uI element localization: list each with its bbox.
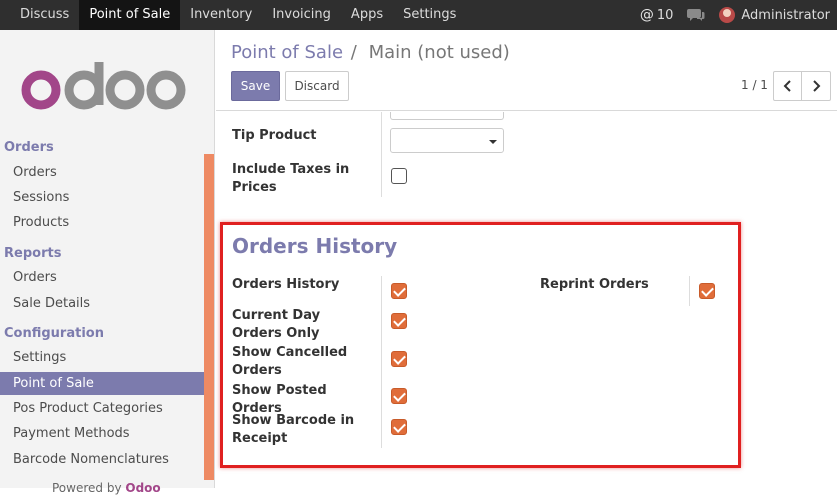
menu-inventory[interactable]: Inventory (180, 0, 262, 30)
previous-field-input[interactable] (390, 112, 504, 120)
menu-discuss[interactable]: Discuss (10, 0, 79, 30)
user-menu[interactable]: Administrator (712, 7, 837, 23)
menu-settings[interactable]: Settings (393, 0, 466, 30)
sidebar-item-sale-details[interactable]: Sale Details (0, 292, 204, 315)
caret-down-icon (489, 140, 497, 144)
systray: @ 10 Administrator (633, 0, 837, 30)
powered-by: Powered by Odoo (52, 481, 161, 495)
sidebar-item-barcode-nomenclatures[interactable]: Barcode Nomenclatures (0, 448, 204, 471)
section-configuration: Configuration (4, 326, 104, 341)
menu-invoicing[interactable]: Invoicing (262, 0, 341, 30)
sidebar-item-point-of-sale[interactable]: Point of Sale (0, 372, 204, 395)
odoo-logo (21, 62, 186, 110)
breadcrumb: Point of Sale / Main (not used) (231, 42, 510, 63)
sidebar-item-sessions[interactable]: Sessions (0, 186, 204, 209)
pager-value[interactable]: 1 / 1 (741, 78, 768, 92)
sidebar-item-payment-methods[interactable]: Payment Methods (0, 422, 204, 445)
field-divider (381, 112, 382, 197)
app-menu: Discuss Point of Sale Inventory Invoicin… (10, 0, 466, 30)
at-icon: @ (639, 7, 654, 23)
top-navbar: Discuss Point of Sale Inventory Invoicin… (0, 0, 837, 30)
chat-button[interactable] (680, 8, 712, 22)
save-button[interactable]: Save (231, 71, 280, 101)
sidebar-item-orders[interactable]: Orders (0, 161, 204, 184)
sidebar-item-settings[interactable]: Settings (0, 346, 204, 369)
breadcrumb-parent[interactable]: Point of Sale (231, 42, 343, 63)
sidebar: Orders Orders Sessions Products Reports … (0, 30, 215, 495)
chat-icon (687, 9, 705, 21)
section-reports: Reports (4, 246, 62, 261)
tip-product-label: Tip Product (232, 128, 317, 143)
menu-point-of-sale[interactable]: Point of Sale (79, 0, 181, 30)
tip-product-select[interactable] (390, 128, 504, 153)
breadcrumb-separator: / (350, 42, 357, 63)
sidebar-item-pos-product-categories[interactable]: Pos Product Categories (0, 397, 204, 420)
pager-next-button[interactable] (802, 71, 831, 101)
discard-button[interactable]: Discard (285, 71, 349, 101)
chevron-right-icon (813, 80, 821, 92)
powered-by-brand[interactable]: Odoo (125, 481, 160, 495)
powered-by-text: Powered by (52, 481, 122, 495)
sidebar-scrollbar[interactable] (204, 154, 214, 480)
sidebar-item-products[interactable]: Products (0, 211, 204, 234)
mentions-count: 10 (656, 7, 674, 23)
highlight-box (220, 222, 741, 468)
pager-previous-button[interactable] (773, 71, 802, 101)
section-orders: Orders (4, 140, 54, 155)
include-taxes-label: Include Taxes in Prices (232, 162, 350, 195)
user-name: Administrator (741, 7, 830, 23)
chevron-left-icon (783, 80, 791, 92)
sidebar-item-report-orders[interactable]: Orders (0, 266, 204, 289)
menu-apps[interactable]: Apps (341, 0, 393, 30)
avatar (719, 7, 736, 23)
control-panel: Point of Sale / Main (not used) Save Dis… (216, 30, 837, 111)
mentions-button[interactable]: @ 10 (633, 7, 681, 23)
include-taxes-checkbox[interactable] (391, 168, 407, 184)
breadcrumb-current: Main (not used) (368, 42, 510, 63)
